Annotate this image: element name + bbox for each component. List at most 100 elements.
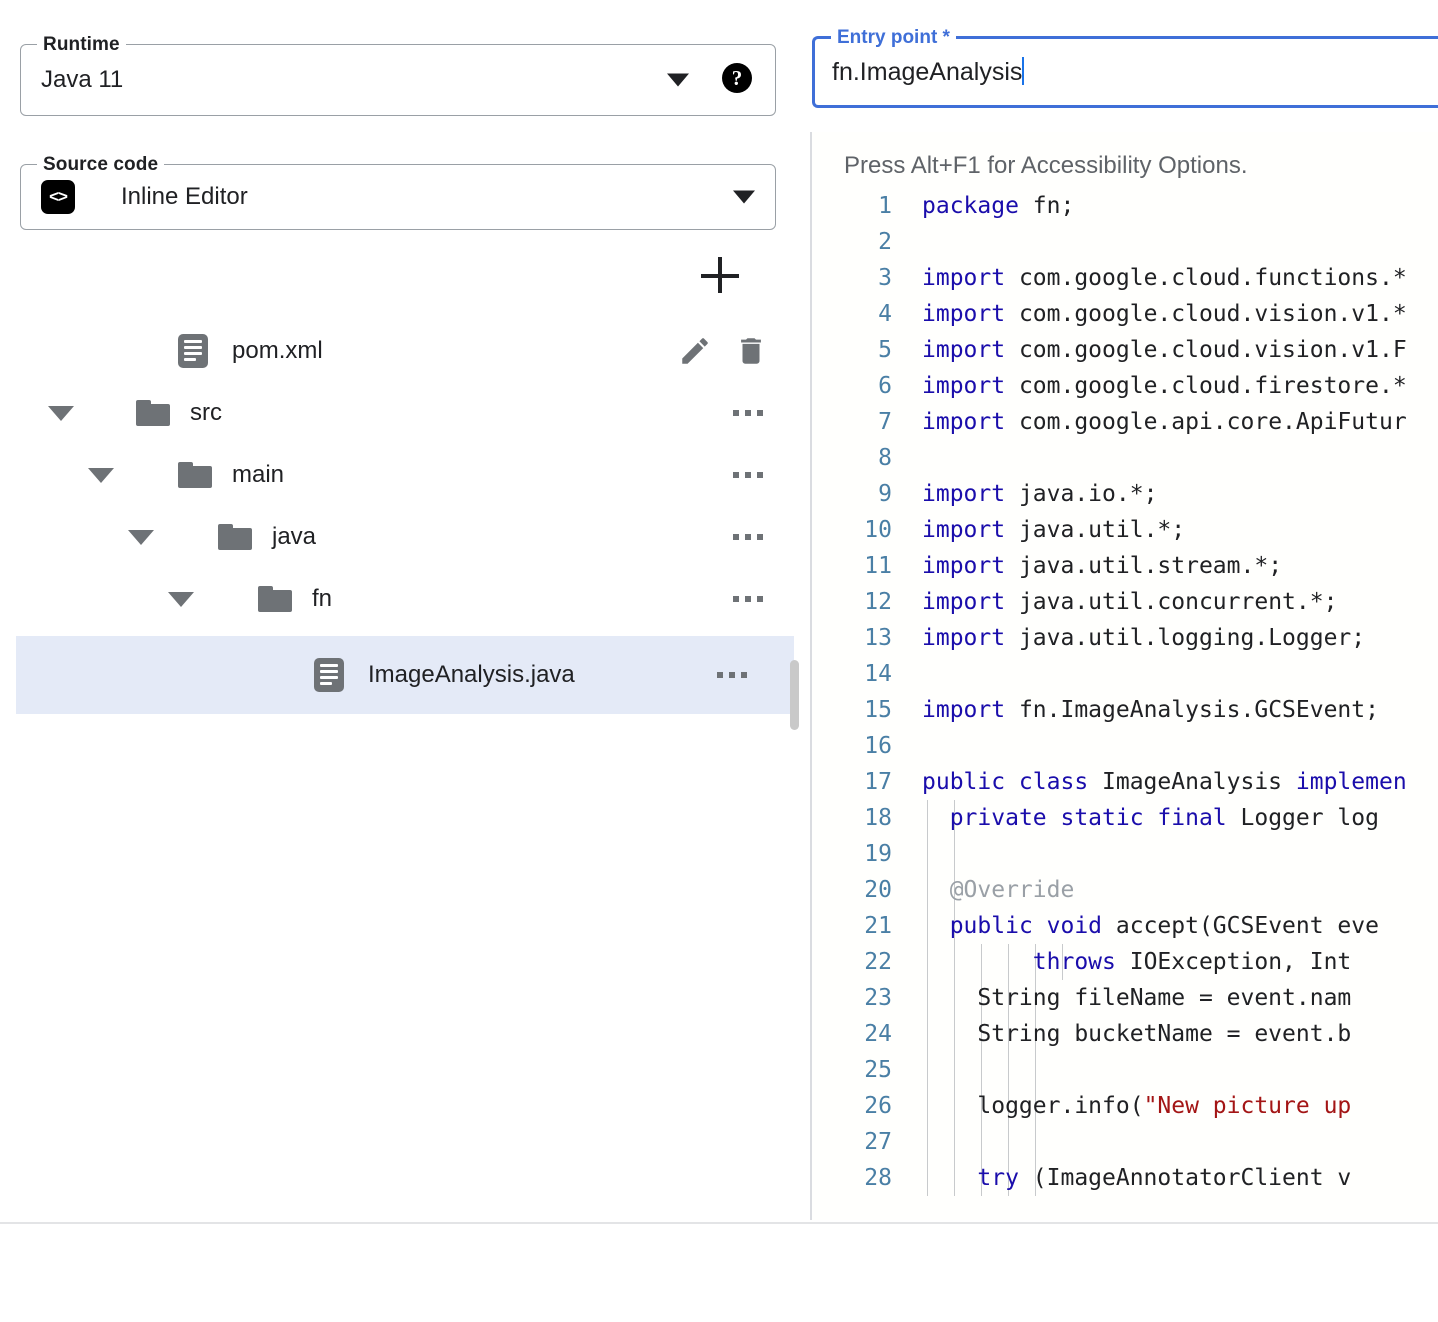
row-actions [720,393,810,433]
code-line[interactable]: 12import java.util.concurrent.*; [812,584,1438,620]
tree-row[interactable]: pom.xml [0,320,810,382]
tree-item-label: pom.xml [232,337,323,365]
code-token [922,1165,977,1191]
code-line-text: private static final Logger log [922,800,1379,836]
chevron-down-icon[interactable] [168,592,194,607]
code-token: "New picture up [1144,1093,1352,1119]
code-line[interactable]: 2 [812,224,1438,260]
code-line[interactable]: 25 [812,1052,1438,1088]
folder-icon [136,400,170,426]
entry-point-input[interactable]: fn.ImageAnalysis [832,58,1022,86]
chevron-down-icon[interactable] [88,468,114,483]
runtime-select[interactable]: Runtime Java 11 [20,44,776,116]
code-line[interactable]: 19 [812,836,1438,872]
line-number: 13 [812,620,892,656]
code-line[interactable]: 17public class ImageAnalysis implemen [812,764,1438,800]
tree-item-label: fn [312,585,332,613]
chevron-down-icon[interactable] [667,74,689,87]
source-code-select[interactable]: Source code <> Inline Editor [20,164,776,230]
line-number: 7 [812,404,892,440]
tree-row[interactable]: java [0,506,810,568]
entry-point-field[interactable]: Entry point * fn.ImageAnalysis [812,36,1438,108]
code-token: import [922,517,1005,543]
code-line[interactable]: 22 throws IOException, Int [812,944,1438,980]
code-line[interactable]: 4import com.google.cloud.vision.v1.* [812,296,1438,332]
code-token: accept(GCSEvent eve [1102,913,1379,939]
tree-row-selected[interactable]: ImageAnalysis.java [16,636,794,714]
code-line[interactable]: 18 private static final Logger log [812,800,1438,836]
code-token: throws [1033,949,1116,975]
chevron-down-icon[interactable] [733,191,755,204]
code-line[interactable]: 20 @Override [812,872,1438,908]
row-actions [720,579,810,619]
code-line[interactable]: 13import java.util.logging.Logger; [812,620,1438,656]
code-line[interactable]: 6import com.google.cloud.firestore.* [812,368,1438,404]
row-actions [720,455,810,495]
delete-icon[interactable] [734,334,768,368]
indent-guide [927,836,928,872]
line-number: 23 [812,980,892,1016]
code-token: java.util.concurrent.*; [1005,589,1337,615]
code-token: IOException, Int [1116,949,1351,975]
more-icon[interactable] [720,517,776,557]
entry-point-input-wrapper[interactable]: fn.ImageAnalysis [832,57,1024,87]
code-line[interactable]: 21 public void accept(GCSEvent eve [812,908,1438,944]
code-token [922,805,950,831]
code-line[interactable]: 27 [812,1124,1438,1160]
code-line[interactable]: 24 String bucketName = event.b [812,1016,1438,1052]
line-number: 20 [812,872,892,908]
more-icon[interactable] [720,393,776,433]
code-token: java.io.*; [1005,481,1157,507]
code-token: com.google.cloud.functions.* [1005,265,1407,291]
code-token: ImageAnalysis [1088,769,1296,795]
tree-row[interactable]: fn [0,568,810,630]
edit-icon[interactable] [678,334,712,368]
right-editor-panel: Entry point * fn.ImageAnalysis Press Alt… [812,0,1438,1222]
code-line-text: try (ImageAnnotatorClient v [922,1160,1351,1196]
add-file-button[interactable] [700,255,740,295]
code-line[interactable]: 3import com.google.cloud.functions.* [812,260,1438,296]
inline-code-editor[interactable]: Press Alt+F1 for Accessibility Options. … [812,132,1438,1220]
code-line[interactable]: 9import java.io.*; [812,476,1438,512]
more-icon[interactable] [720,455,776,495]
code-line[interactable]: 15import fn.ImageAnalysis.GCSEvent; [812,692,1438,728]
code-line[interactable]: 10import java.util.*; [812,512,1438,548]
code-line[interactable]: 23 String fileName = event.nam [812,980,1438,1016]
code-line[interactable]: 26 logger.info("New picture up [812,1088,1438,1124]
tree-item-label: java [272,523,316,551]
folder-icon [178,462,212,488]
tree-row[interactable]: src [0,382,810,444]
file-tree-scrollbar[interactable] [790,660,799,730]
more-icon[interactable] [720,579,776,619]
indent-guide [927,1124,928,1160]
code-token: import [922,697,1005,723]
code-line-text: logger.info("New picture up [922,1088,1351,1124]
row-actions [720,517,810,557]
code-token: try [977,1165,1019,1191]
code-line[interactable]: 7import com.google.api.core.ApiFutur [812,404,1438,440]
code-line-text: public class ImageAnalysis implemen [922,764,1407,800]
code-line[interactable]: 16 [812,728,1438,764]
runtime-label: Runtime [37,34,126,56]
code-token: import [922,553,1005,579]
file-icon [178,334,208,368]
text-cursor [1022,57,1024,85]
help-icon[interactable]: ? [722,63,752,93]
tree-item-label: src [190,399,222,427]
code-line[interactable]: 14 [812,656,1438,692]
code-lines[interactable]: 1package fn;23import com.google.cloud.fu… [812,188,1438,1196]
more-icon[interactable] [704,655,760,695]
code-token: import [922,373,1005,399]
code-line[interactable]: 28 try (ImageAnnotatorClient v [812,1160,1438,1196]
code-line[interactable]: 8 [812,440,1438,476]
code-line-text: throws IOException, Int [922,944,1351,980]
chevron-down-icon[interactable] [128,530,154,545]
code-line[interactable]: 11import java.util.stream.*; [812,548,1438,584]
indent-guide [954,1124,955,1160]
code-line[interactable]: 5import com.google.cloud.vision.v1.F [812,332,1438,368]
code-token: java.util.stream.*; [1005,553,1282,579]
code-token: implemen [1296,769,1407,795]
chevron-down-icon[interactable] [48,406,74,421]
code-line[interactable]: 1package fn; [812,188,1438,224]
tree-row[interactable]: main [0,444,810,506]
